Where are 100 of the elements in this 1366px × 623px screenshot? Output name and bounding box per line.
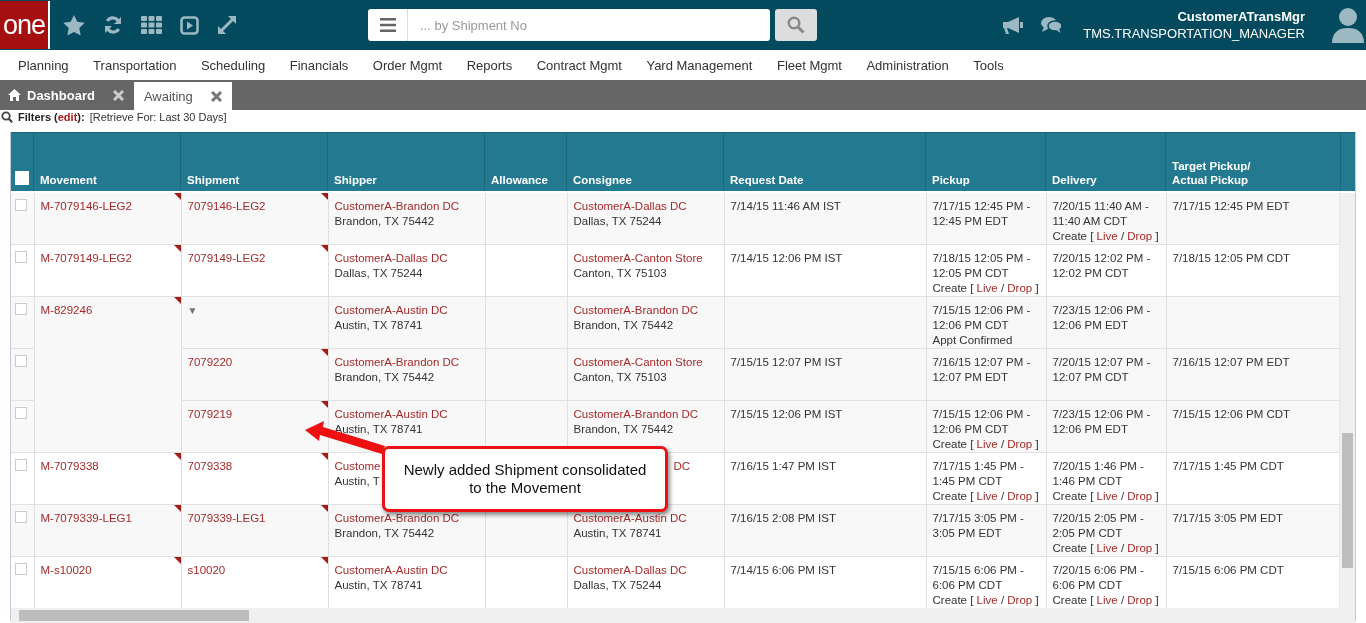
column-header[interactable]: Shipper: [334, 173, 377, 187]
live-link[interactable]: Live: [976, 438, 998, 450]
location-link[interactable]: CustomerA-Canton Store: [573, 251, 703, 266]
time-text: 6:06 PM CDT: [1052, 578, 1123, 593]
menu-item[interactable]: Order Mgmt: [372, 57, 443, 73]
megaphone-icon[interactable]: [1002, 16, 1025, 34]
shipment-link[interactable]: s10020: [187, 564, 226, 576]
column-header[interactable]: Movement: [40, 173, 97, 187]
menu-item[interactable]: Fleet Mgmt: [776, 57, 842, 73]
location-link[interactable]: CustomerA-Brandon DC: [573, 407, 699, 422]
checkbox[interactable]: [15, 251, 27, 263]
menu-item[interactable]: Scheduling: [200, 57, 266, 73]
column-header[interactable]: Delivery: [1052, 173, 1097, 187]
play-icon[interactable]: [180, 15, 199, 35]
movement-link[interactable]: M-7079149-LEG2: [40, 252, 132, 264]
drop-link[interactable]: Drop: [1007, 282, 1033, 294]
shipment-link[interactable]: 7079339-LEG1: [187, 512, 266, 524]
location-link[interactable]: CustomerA-Brandon DC: [334, 355, 460, 370]
checkbox[interactable]: [15, 355, 27, 367]
edit-link[interactable]: edit: [57, 111, 78, 123]
live-link[interactable]: Live: [976, 282, 998, 294]
shipment-link[interactable]: 7079149-LEG2: [187, 252, 266, 264]
checkbox[interactable]: [15, 459, 27, 471]
location-link[interactable]: CustomerA-Brandon DC: [334, 511, 460, 526]
live-link[interactable]: Live: [1096, 490, 1118, 502]
live-link[interactable]: Live: [976, 490, 998, 502]
time-text: 1:46 PM CDT: [1052, 474, 1123, 489]
tab[interactable]: Awaiting: [133, 82, 232, 110]
shipment-link[interactable]: 7079220: [187, 356, 233, 368]
refresh-icon[interactable]: [103, 15, 123, 35]
location-link[interactable]: CustomerA-Brandon DC: [573, 303, 699, 318]
drop-link[interactable]: Drop: [1007, 594, 1033, 606]
drop-link[interactable]: Drop: [1127, 594, 1153, 606]
request-date: 7/14/15 12:06 PM IST: [730, 251, 843, 266]
column-header[interactable]: Consignee: [573, 173, 632, 187]
expand-toggle[interactable]: ▼: [187, 305, 198, 316]
location-link[interactable]: CustomerA-Dallas DC: [573, 199, 687, 214]
close-icon[interactable]: [112, 89, 124, 101]
vertical-scrollbar[interactable]: [1339, 193, 1355, 608]
expand-icon[interactable]: [217, 15, 237, 35]
movement-link[interactable]: M-7079338: [40, 460, 99, 472]
search-button[interactable]: [775, 9, 817, 41]
live-link[interactable]: Live: [1096, 594, 1118, 606]
location-link[interactable]: CustomerA-Austin DC: [334, 303, 448, 318]
location-link[interactable]: DC: [673, 459, 691, 474]
column-header[interactable]: Request Date: [730, 173, 804, 187]
time-text: 7/20/15 6:06 PM -: [1052, 563, 1144, 578]
checkbox[interactable]: [15, 407, 27, 419]
drop-link[interactable]: Drop: [1127, 230, 1153, 242]
menu-item[interactable]: Administration: [866, 57, 949, 73]
live-link[interactable]: Live: [1096, 230, 1118, 242]
live-link[interactable]: Live: [976, 594, 998, 606]
grid-icon[interactable]: [141, 16, 162, 34]
location-link[interactable]: CustomerA-Austin DC: [334, 563, 448, 578]
location-address: Dallas, TX 75244: [573, 578, 662, 593]
close-icon[interactable]: [210, 90, 222, 102]
menu-item[interactable]: Yard Management: [646, 57, 753, 73]
search-field[interactable]: ... by Shipment No: [408, 9, 770, 41]
location-link[interactable]: CustomerA-Dallas DC: [334, 251, 448, 266]
drop-link[interactable]: Drop: [1007, 438, 1033, 450]
menu-item[interactable]: Financials: [289, 57, 349, 73]
live-link[interactable]: Live: [1096, 542, 1118, 554]
checkbox[interactable]: [15, 511, 27, 523]
checkbox[interactable]: [15, 303, 27, 315]
movement-link[interactable]: M-s10020: [40, 564, 92, 576]
location-link[interactable]: CustomerA-Dallas DC: [573, 563, 687, 578]
checkbox[interactable]: [15, 199, 27, 211]
movement-link[interactable]: M-7079339-LEG1: [40, 512, 132, 524]
drop-link[interactable]: Drop: [1127, 542, 1153, 554]
movement-link[interactable]: M-829246: [40, 304, 93, 316]
menu-item[interactable]: Reports: [466, 57, 513, 73]
location-link[interactable]: CustomerA-Austin DC: [334, 407, 448, 422]
movement-link[interactable]: M-7079146-LEG2: [40, 200, 132, 212]
menu-item[interactable]: Tools: [973, 57, 1004, 73]
menu-button[interactable]: [368, 9, 408, 41]
app-logo[interactable]: one: [0, 1, 50, 49]
column-header[interactable]: Pickup: [932, 173, 970, 187]
location-link[interactable]: CustomerA-Brandon DC: [334, 199, 460, 214]
star-icon[interactable]: [63, 14, 85, 36]
location-link[interactable]: CustomerA-Austin DC: [573, 511, 687, 526]
menu-item[interactable]: Planning: [18, 57, 69, 73]
tab[interactable]: Dashboard: [0, 80, 134, 110]
column-header[interactable]: Shipment: [187, 173, 240, 187]
location-link[interactable]: CustomerA-Canton Store: [573, 355, 703, 370]
avatar-icon[interactable]: [1332, 7, 1364, 43]
shipment-link[interactable]: 7079338: [187, 460, 233, 472]
drop-link[interactable]: Drop: [1007, 490, 1033, 502]
checkbox[interactable]: [15, 563, 27, 575]
location-link[interactable]: Custome: [334, 459, 381, 474]
chat-icon[interactable]: [1041, 16, 1063, 34]
column-header[interactable]: Target Pickup/ Actual Pickup: [1172, 159, 1251, 187]
time-text: 12:07 PM EDT: [932, 370, 1008, 385]
shipment-link[interactable]: 7079219: [187, 408, 233, 420]
menu-item[interactable]: Contract Mgmt: [536, 57, 622, 73]
column-header[interactable]: Allowance: [491, 173, 548, 187]
drop-link[interactable]: Drop: [1127, 490, 1153, 502]
shipment-link[interactable]: 7079146-LEG2: [187, 200, 266, 212]
horizontal-scrollbar[interactable]: [11, 608, 1355, 623]
time-text: 7/15/15 6:06 PM -: [932, 563, 1024, 578]
menu-item[interactable]: Transportation: [93, 57, 177, 73]
